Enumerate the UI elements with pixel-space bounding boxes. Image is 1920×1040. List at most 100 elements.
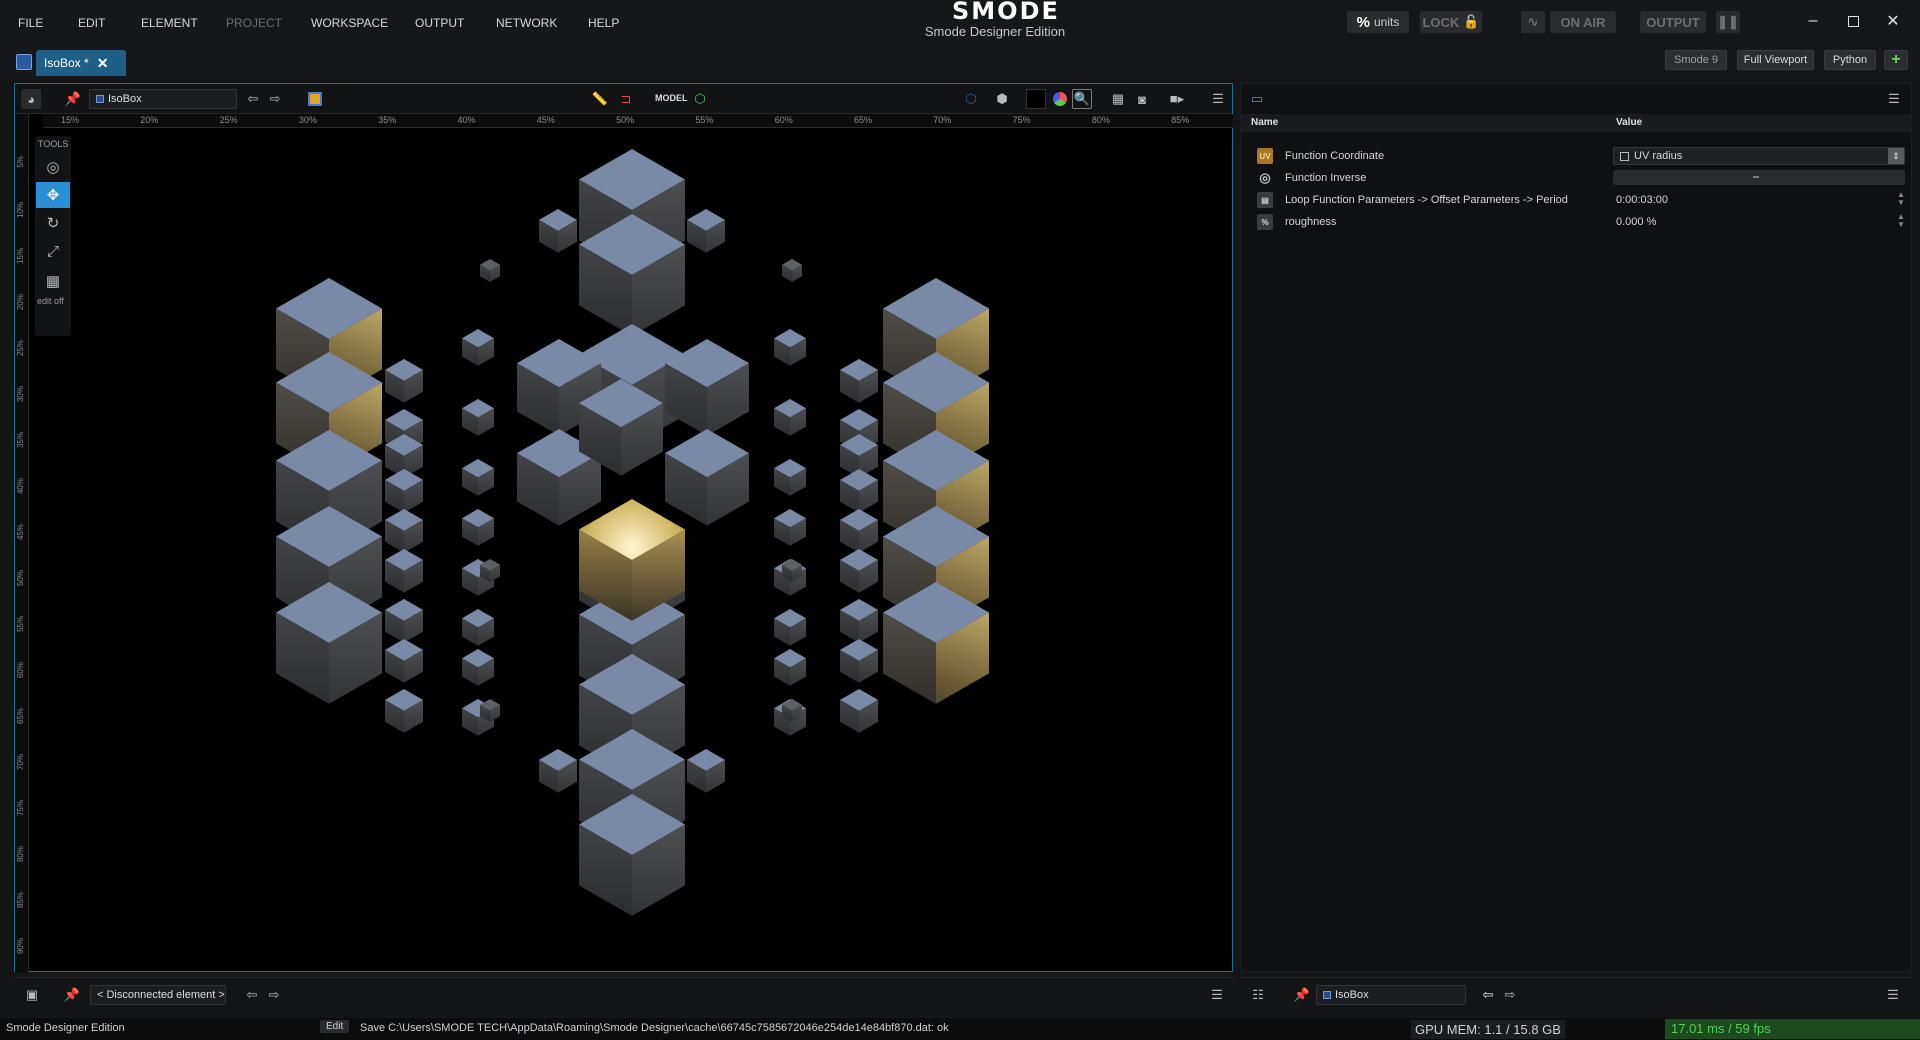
grid-button[interactable]: ▦ (1108, 89, 1128, 109)
pin-icon: 📌 (64, 91, 82, 106)
hexagon-icon: ⬡ (965, 91, 977, 106)
settings-button[interactable]: ☷ (1248, 985, 1268, 1005)
close-window-button[interactable]: ✕ (1882, 10, 1904, 32)
forward-button[interactable]: ⇨ (265, 89, 285, 109)
screenshot-button[interactable]: ◙ (1132, 89, 1152, 109)
ruler-tick: 45% (536, 115, 555, 125)
video-camera-icon: ■▸ (1169, 91, 1185, 106)
render-cube (385, 359, 423, 403)
period-value[interactable]: 0:00:03:00 (1616, 194, 1668, 206)
properties-forward-button[interactable]: ⇨ (1500, 985, 1520, 1005)
property-name: Function Inverse (1285, 172, 1367, 184)
panel-type-button[interactable]: ▭ (1247, 89, 1267, 109)
function-coordinate-select[interactable]: UV radius ⇕ (1613, 147, 1905, 165)
model-button[interactable]: ⬡ (690, 89, 710, 109)
background-color-button[interactable] (1026, 89, 1046, 109)
render-cube (385, 599, 423, 643)
render-cube (782, 699, 802, 722)
properties-menu-button[interactable]: ☰ (1884, 89, 1904, 109)
ruler-tick: 70% (933, 115, 952, 125)
viewport-menu-button[interactable]: ☰ (1208, 89, 1228, 109)
python-button[interactable]: Python (1824, 50, 1876, 70)
bottom-menu-button[interactable]: ☰ (1207, 985, 1227, 1005)
units-button[interactable]: % units (1347, 11, 1409, 33)
function-inverse-toggle[interactable] (1613, 170, 1905, 185)
menu-project[interactable]: PROJECT (226, 16, 282, 30)
ruler-tick: 75% (16, 800, 25, 817)
render-cube (665, 339, 749, 436)
bottom-forward-button[interactable]: ⇨ (264, 985, 284, 1005)
ruler-tick: 65% (854, 115, 873, 125)
menu-file[interactable]: FILE (18, 16, 43, 30)
menu-output[interactable]: OUTPUT (415, 16, 464, 30)
render-cube (385, 689, 423, 733)
roughness-value[interactable]: 0.000 % (1616, 216, 1656, 228)
viewport-type-button[interactable]: ◕ (21, 89, 41, 109)
image-button[interactable]: ▣ (22, 985, 42, 1005)
properties-pin-button[interactable]: 📌 (1292, 985, 1312, 1005)
full-viewport-button[interactable]: Full Viewport (1737, 50, 1814, 70)
properties-back-button[interactable]: ⇦ (1478, 985, 1498, 1005)
menu-workspace[interactable]: WORKSPACE (311, 16, 388, 30)
edit-grid-tool[interactable]: ▦ (36, 268, 70, 294)
edit-mode-badge[interactable]: Edit (320, 1020, 350, 1033)
on-air-label: ON AIR (1560, 14, 1606, 30)
properties-bottom-menu-button[interactable]: ☰ (1883, 985, 1903, 1005)
color-channels-button[interactable] (1050, 89, 1070, 109)
properties-header: Name Value (1241, 114, 1911, 132)
zoom-button[interactable]: 🔍 (1072, 89, 1092, 109)
render-cube (579, 794, 685, 916)
disconnected-element-field[interactable]: < Disconnected element > (90, 985, 226, 1005)
move-tool[interactable]: ✥ (36, 182, 70, 208)
smode-version-button[interactable]: Smode 9 (1665, 50, 1727, 70)
edit-off-label: edit off (37, 296, 64, 306)
menu-help[interactable]: HELP (588, 16, 619, 30)
minimize-button[interactable]: – (1802, 10, 1824, 32)
menu-edit[interactable]: EDIT (78, 16, 105, 30)
select-tool[interactable]: ◎ (36, 154, 70, 180)
render-cube (840, 639, 878, 683)
spinner-icon[interactable]: ▲ ▼ (1897, 213, 1905, 229)
scale-tool[interactable]: ⤢ (36, 238, 70, 264)
cube-button[interactable]: ⬢ (992, 89, 1012, 109)
property-row: ◎ Function Inverse (1241, 168, 1911, 188)
hamburger-icon: ☰ (1212, 91, 1224, 106)
ruler-tick: 15% (16, 248, 25, 265)
ruler-tick: 60% (16, 662, 25, 679)
waveform-button[interactable]: ∿ (1521, 11, 1545, 33)
back-button[interactable]: ⇦ (243, 89, 263, 109)
element-path-field[interactable]: IsoBox (89, 89, 237, 109)
bottom-pin-button[interactable]: 📌 (62, 985, 82, 1005)
unlock-icon: 🔓 (1463, 14, 1480, 29)
disconnected-label: < Disconnected element > (97, 989, 225, 1001)
spinner-icon[interactable]: ▲ ▼ (1897, 191, 1905, 207)
rotate-tool[interactable]: ↻ (36, 210, 70, 236)
hex-button[interactable]: ⬡ (961, 89, 981, 109)
properties-path-field[interactable]: IsoBox (1316, 985, 1466, 1005)
maximize-icon (1847, 15, 1859, 27)
square-icon (1620, 151, 1629, 161)
snap-button[interactable]: ⊐ (616, 89, 636, 109)
ruler-tick: 25% (16, 340, 25, 357)
hamburger-icon: ☰ (1211, 987, 1223, 1002)
tab-isobox[interactable]: IsoBox * ✕ (36, 50, 126, 76)
layers-button[interactable] (305, 89, 325, 109)
close-tab-icon[interactable]: ✕ (97, 55, 109, 72)
render-view[interactable] (30, 129, 1233, 972)
pause-button[interactable]: ❚❚ (1716, 11, 1740, 33)
pin-button[interactable]: 📌 (63, 89, 83, 109)
video-button[interactable]: ■▸ (1167, 89, 1187, 109)
lock-button[interactable]: LOCK 🔓 (1420, 11, 1482, 33)
add-button[interactable]: + (1884, 50, 1908, 70)
bottom-back-button[interactable]: ⇦ (242, 985, 262, 1005)
on-air-button[interactable]: ON AIR (1550, 11, 1616, 33)
tab-bar: IsoBox * ✕ Smode 9 Full Viewport Python … (0, 45, 1920, 79)
output-button[interactable]: OUTPUT (1640, 11, 1706, 33)
ruler-button[interactable]: 📏 (590, 89, 610, 109)
sliders-icon: ☷ (1252, 987, 1264, 1002)
menu-network[interactable]: NETWORK (496, 16, 557, 30)
menu-element[interactable]: ELEMENT (141, 16, 198, 30)
maximize-button[interactable] (1842, 10, 1864, 32)
ruler-tick: 30% (298, 115, 317, 125)
select-value: UV radius (1634, 150, 1683, 162)
